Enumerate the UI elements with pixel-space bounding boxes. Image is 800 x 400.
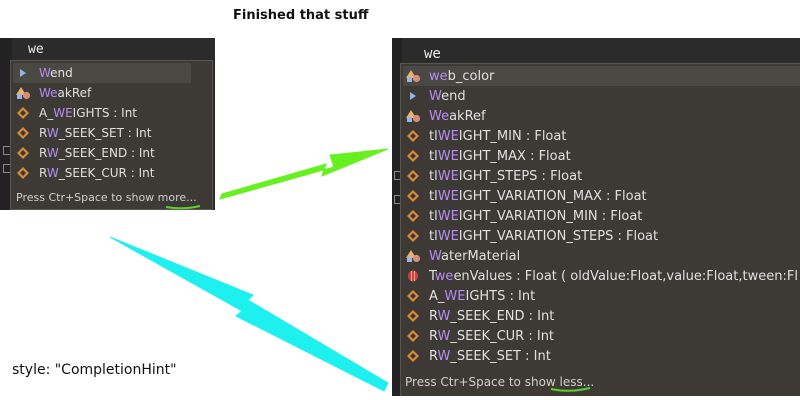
cyan-arrow <box>109 236 389 392</box>
less-underline <box>550 387 591 392</box>
green-arrow <box>219 148 389 200</box>
more-underline <box>165 205 201 210</box>
annotation-overlay <box>109 148 591 392</box>
